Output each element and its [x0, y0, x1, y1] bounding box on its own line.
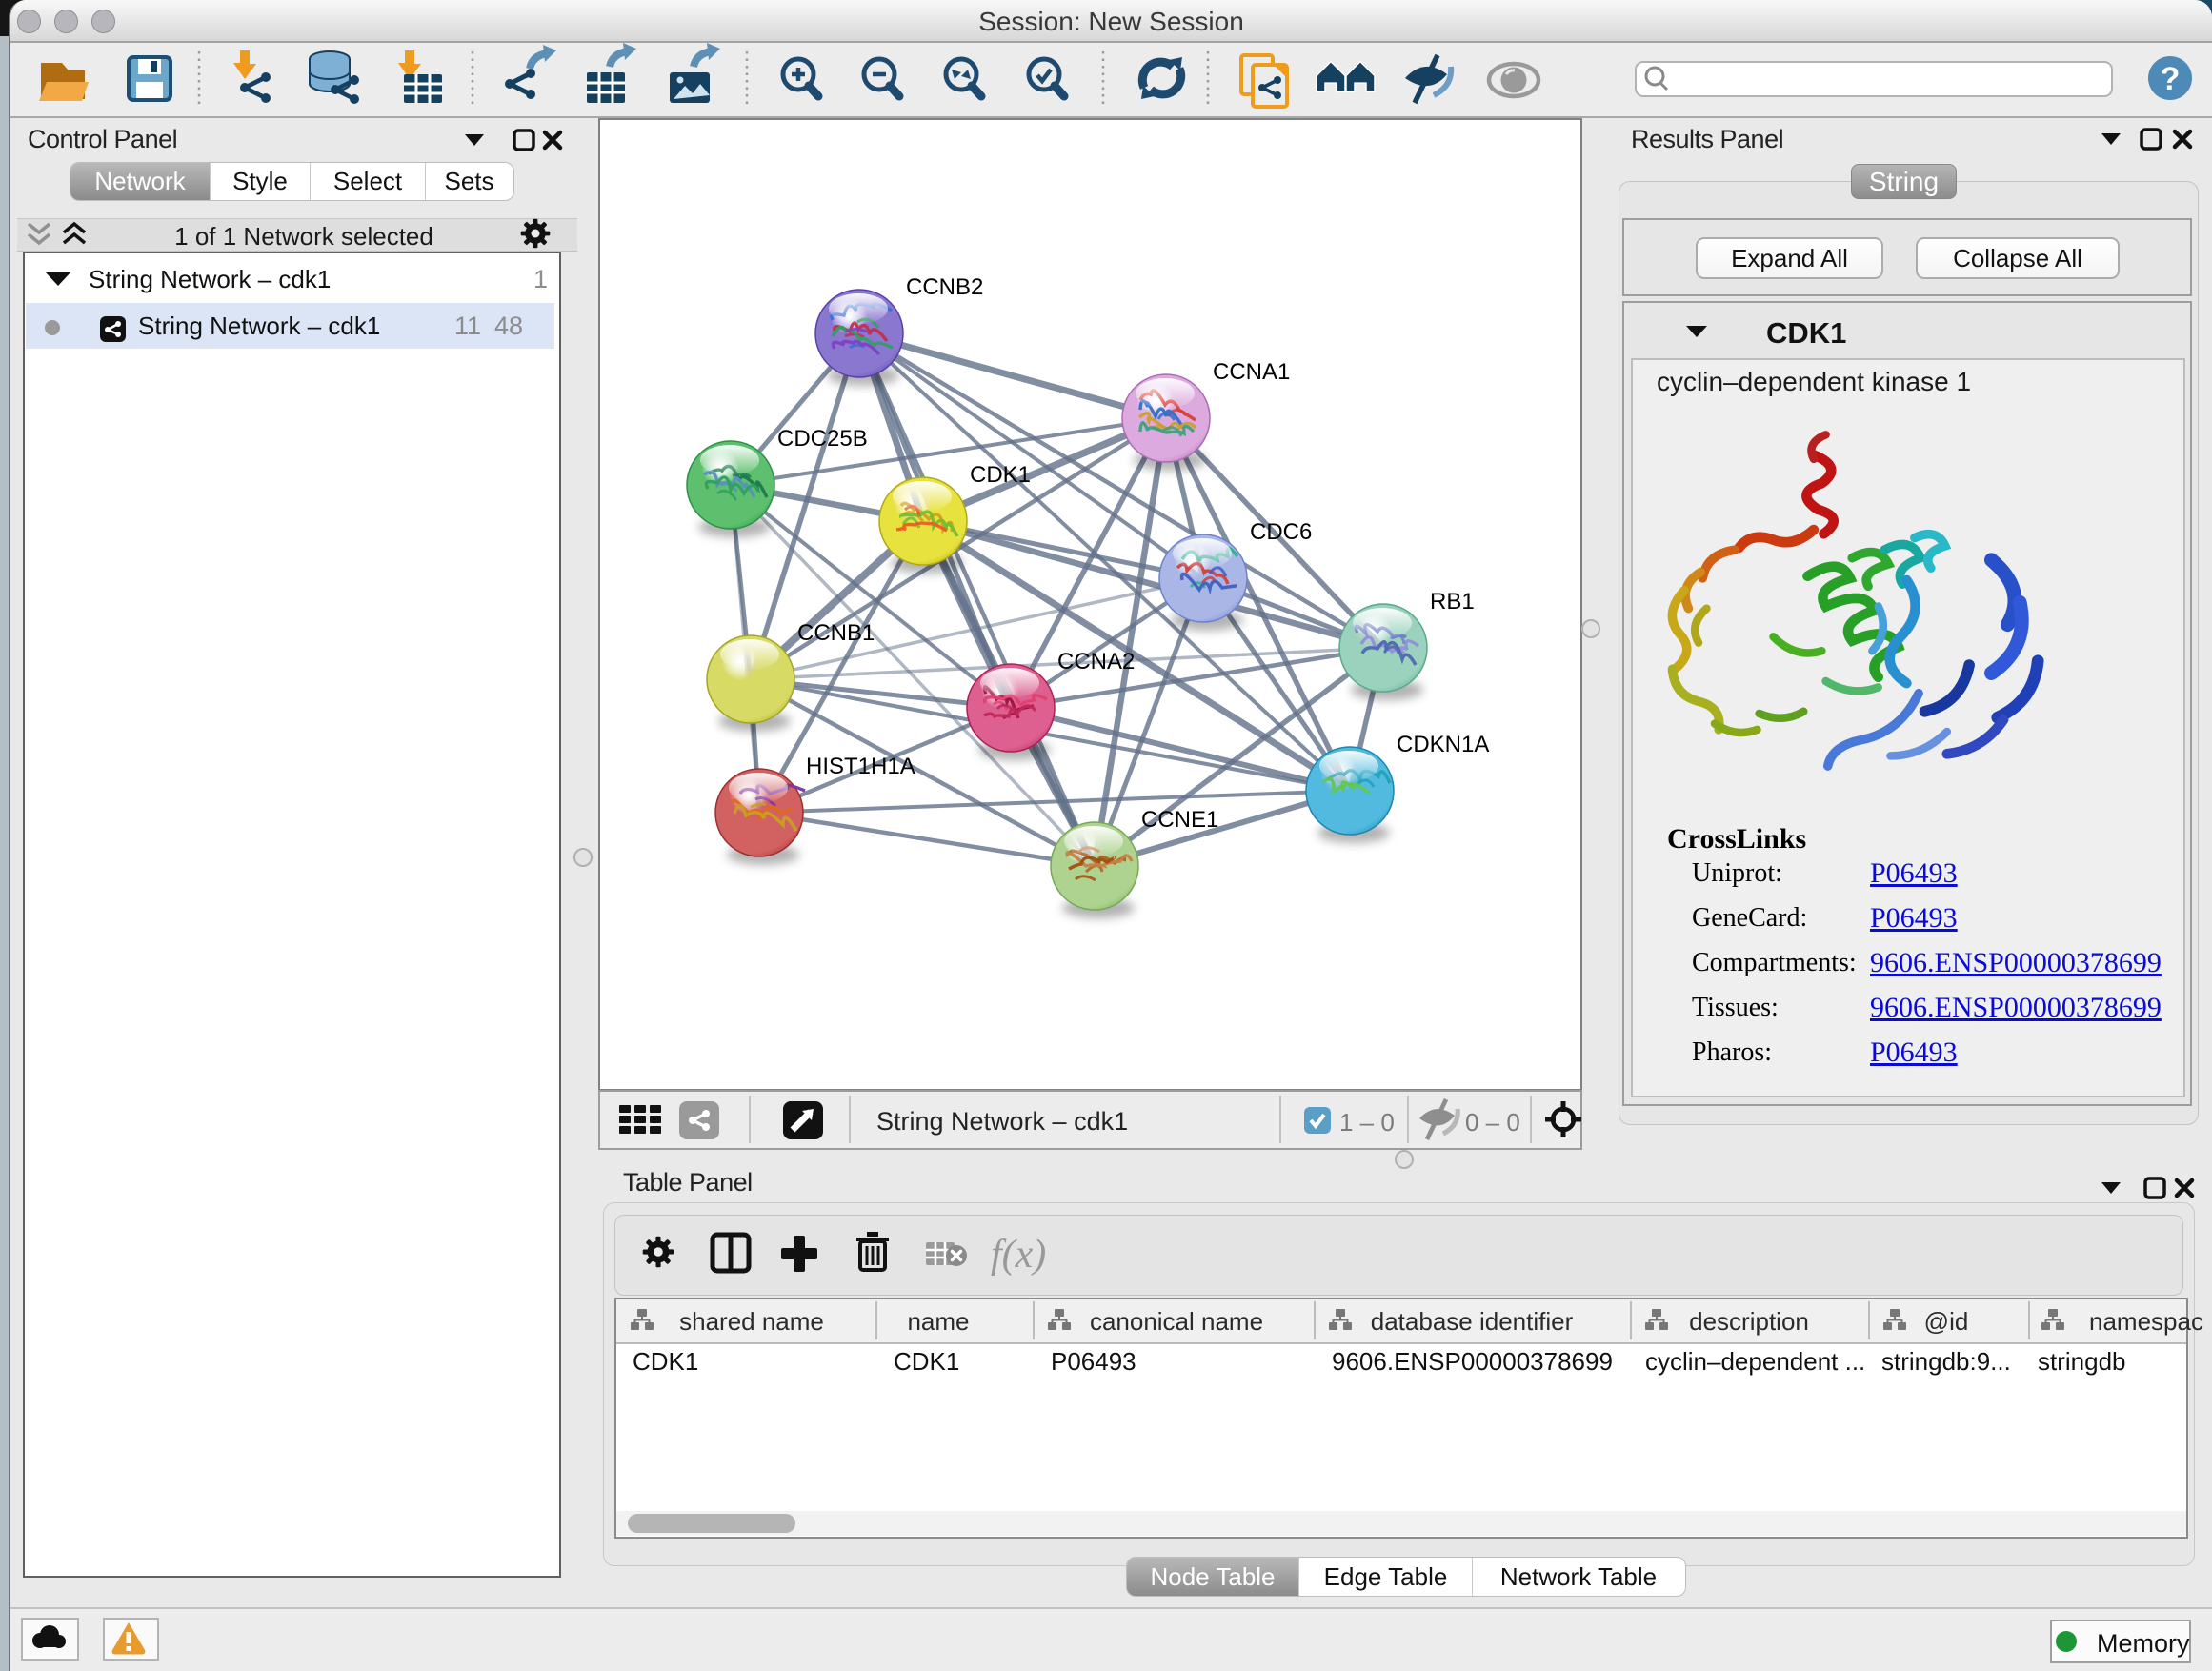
svg-text:database identifier: database identifier [1371, 1307, 1574, 1336]
svg-text:f(x): f(x) [991, 1233, 1046, 1277]
svg-text:shared name: shared name [679, 1307, 824, 1336]
svg-text:namespac: namespac [2089, 1307, 2203, 1336]
svg-text:canonical name: canonical name [1090, 1307, 1263, 1336]
svg-text:@id: @id [1924, 1307, 1969, 1336]
svg-text:name: name [907, 1307, 969, 1336]
svg-text:?: ? [2161, 61, 2181, 97]
svg-text:description: description [1689, 1307, 1809, 1336]
